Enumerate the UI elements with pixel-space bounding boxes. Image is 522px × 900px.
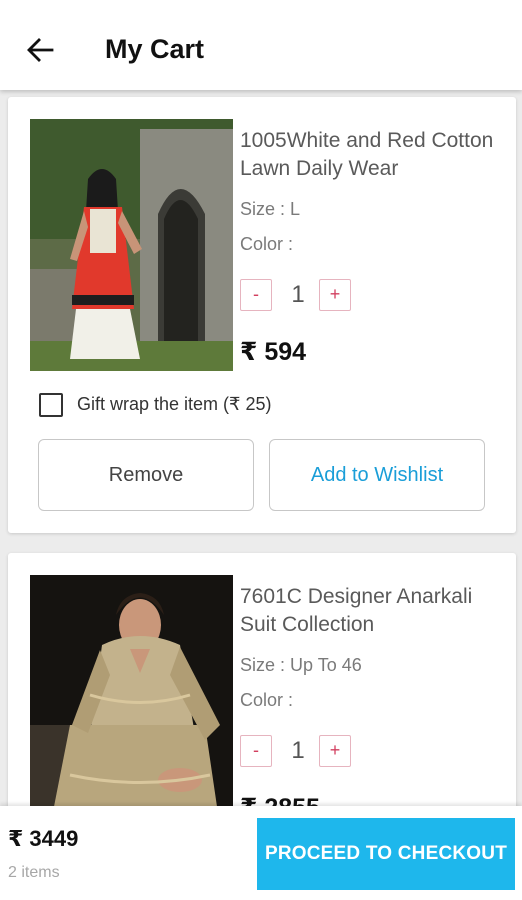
add-to-wishlist-button[interactable]: Add to Wishlist [269, 439, 485, 511]
increase-quantity-button[interactable]: + [319, 279, 351, 311]
quantity-stepper: - 1 + [240, 735, 400, 767]
page-title: My Cart [105, 34, 205, 64]
product-size: Size : L [240, 199, 301, 219]
cart-item-card: 1005White and Red Cotton Lawn Daily Wear… [8, 97, 516, 533]
product-image[interactable] [30, 575, 233, 806]
remove-button[interactable]: Remove [38, 439, 254, 511]
item-count: 2 items [8, 864, 60, 881]
gift-wrap-label[interactable]: Gift wrap the item (₹ 25) [77, 394, 272, 415]
proceed-to-checkout-button[interactable]: PROCEED TO CHECKOUT [257, 818, 515, 890]
product-color: Color : [240, 234, 294, 254]
quantity-value: 1 [291, 281, 305, 308]
cart-total: ₹ 3449 [8, 826, 79, 851]
product-price: ₹ 594 [240, 338, 307, 366]
back-button[interactable] [22, 32, 58, 68]
product-size: Size : Up To 46 [240, 655, 362, 675]
arrow-left-icon [27, 38, 54, 62]
decrease-quantity-button[interactable]: - [240, 279, 272, 311]
product-info: 7601C Designer Anarkali Suit Collection … [240, 583, 510, 806]
product-image[interactable] [30, 119, 233, 371]
cart-list[interactable]: 1005White and Red Cotton Lawn Daily Wear… [0, 90, 522, 806]
decrease-quantity-button[interactable]: - [240, 735, 272, 767]
product-info: 1005White and Red Cotton Lawn Daily Wear… [240, 127, 510, 366]
product-price: ₹ 2855 [240, 793, 320, 806]
product-photo-golden-anarkali [30, 575, 233, 806]
gift-wrap-checkbox[interactable] [39, 393, 63, 417]
product-name[interactable]: 7601C Designer Anarkali Suit Collection [240, 583, 510, 639]
product-color: Color : [240, 690, 294, 710]
checkout-bar: ₹ 3449 2 items PROCEED TO CHECKOUT [0, 806, 522, 900]
product-name[interactable]: 1005White and Red Cotton Lawn Daily Wear [240, 127, 510, 183]
quantity-value: 1 [291, 737, 305, 764]
cart-item-card: 7601C Designer Anarkali Suit Collection … [8, 553, 516, 806]
quantity-stepper: - 1 + [240, 279, 400, 311]
increase-quantity-button[interactable]: + [319, 735, 351, 767]
product-photo-red-white-suit [30, 119, 233, 371]
app-bar: My Cart [0, 0, 522, 90]
